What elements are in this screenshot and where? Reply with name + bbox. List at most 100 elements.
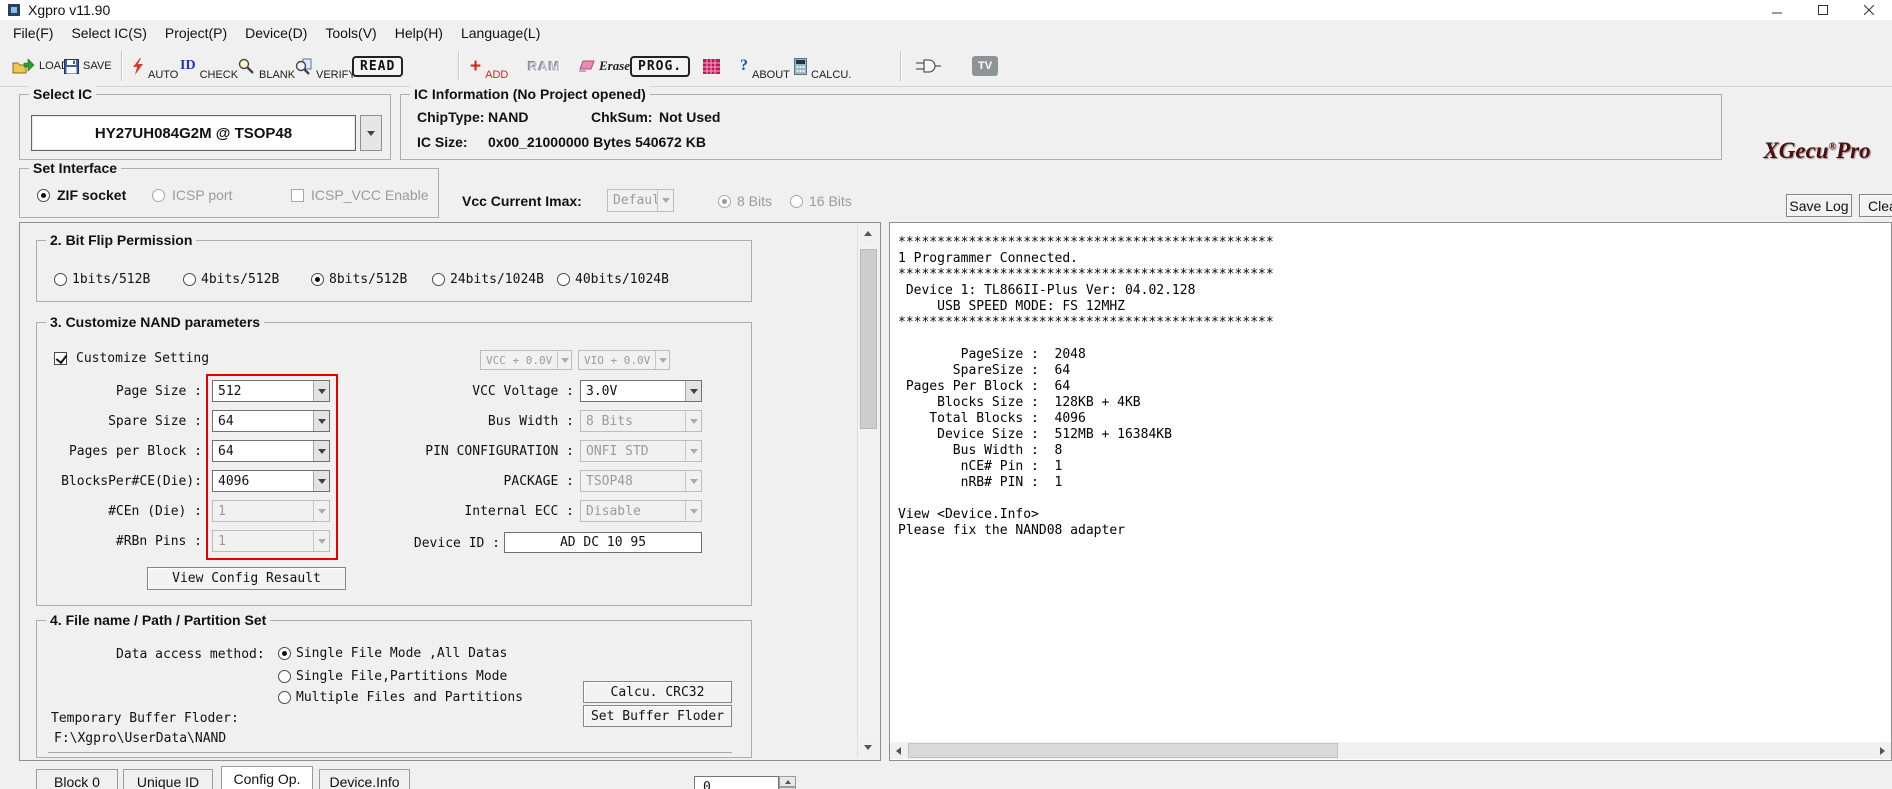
multiple-files-radio[interactable] <box>278 691 291 704</box>
window-controls <box>1754 0 1892 20</box>
buffer-path-field[interactable]: F:\Xgpro\UserData\NAND <box>54 731 226 746</box>
select-ic-group: Select IC HY27UH084G2M @ TSOP48 <box>19 86 391 160</box>
calcu-crc32-button[interactable]: Calcu. CRC32 <box>583 681 732 703</box>
plus-icon: + <box>470 55 482 77</box>
tab-device-info[interactable]: Device.Info <box>319 769 410 789</box>
internal-ecc-value: Disable <box>586 503 641 519</box>
menu-item-select-ic[interactable]: Select IC(S) <box>62 22 155 44</box>
chiptype-label: ChipType: <box>417 109 485 125</box>
toolbar-button-calcu[interactable]: CALCU. <box>794 46 851 86</box>
bits-16-label: 16 Bits <box>809 193 852 209</box>
device-id-label: Device ID : <box>413 536 500 551</box>
menu-item-project[interactable]: Project(P) <box>156 22 236 44</box>
single-file-all-radio[interactable] <box>278 647 291 660</box>
bitflip-40bits-radio[interactable] <box>557 273 570 286</box>
bitflip-4bits-radio[interactable] <box>183 273 196 286</box>
toolbar-label: Erase <box>599 58 631 73</box>
chevron-down-icon <box>557 351 571 369</box>
tab-config-op[interactable]: Config Op. <box>221 766 313 789</box>
maximize-icon <box>1818 5 1828 15</box>
chevron-down-icon[interactable] <box>685 381 701 401</box>
toolbar-button-auto[interactable]: AUTO <box>132 46 178 86</box>
view-config-button[interactable]: View Config Resault <box>147 567 346 590</box>
toolbar-button-add[interactable]: + ADD <box>470 46 508 86</box>
toolbar-button-verify[interactable]: VERIFY <box>295 46 356 86</box>
toolbar-button-blank[interactable]: BLANK <box>238 46 295 86</box>
menu-item-tools[interactable]: Tools(V) <box>316 22 385 44</box>
vio-offset-value: VIO + 0.0V <box>584 353 651 367</box>
scroll-thumb[interactable] <box>860 249 877 429</box>
triangle-up-icon <box>784 779 791 784</box>
cen-die-select: 1 <box>212 500 330 522</box>
customize-setting-checkbox[interactable] <box>54 352 67 365</box>
read-button-box: READ <box>352 55 404 77</box>
xgecu-pro-logo: XGecu®Pro <box>1742 138 1892 164</box>
zif-socket-label: ZIF socket <box>57 187 127 203</box>
page-size-select[interactable]: 512 <box>212 380 330 402</box>
toolbar-button-load[interactable]: LOAD <box>12 46 69 86</box>
customize-setting-label: Customize Setting <box>76 351 210 366</box>
maximize-button[interactable] <box>1800 0 1846 20</box>
toolbar-button-tv[interactable]: TV <box>972 46 998 86</box>
icsp-vcc-label: ICSP_VCC Enable <box>311 187 429 203</box>
minimize-button[interactable] <box>1754 0 1800 20</box>
select-ic-title: Select IC <box>29 86 97 102</box>
bits-8-radio <box>718 195 731 208</box>
chksum-label: ChkSum: <box>591 109 653 125</box>
blocks-per-ce-select[interactable]: 4096 <box>212 470 330 492</box>
bitflip-8bits-radio[interactable] <box>311 273 324 286</box>
zif-socket-radio[interactable] <box>37 189 50 202</box>
set-interface-group: Set Interface ZIF socket ICSP port ICSP_… <box>19 160 439 218</box>
toolbar-button-about[interactable]: ? ABOUT <box>740 46 790 86</box>
menu-item-file[interactable]: File(F) <box>4 22 62 44</box>
toolbar-button-prog[interactable]: PROG. <box>630 46 691 86</box>
toolbar-button-ram[interactable]: RAM <box>528 46 561 86</box>
scroll-down-button[interactable] <box>858 737 878 757</box>
vertical-scrollbar[interactable] <box>857 223 878 758</box>
scroll-left-button[interactable] <box>890 742 907 759</box>
toolbar-separator <box>900 51 901 81</box>
id-icon: ID <box>180 58 196 73</box>
chevron-down-icon <box>685 411 701 431</box>
pages-per-block-select[interactable]: 64 <box>212 440 330 462</box>
tab-unique-id[interactable]: Unique ID <box>123 769 213 789</box>
clear-log-button[interactable]: Clear <box>1859 194 1892 217</box>
spin-input[interactable]: 0 <box>694 776 779 789</box>
set-buffer-folder-button[interactable]: Set Buffer Floder <box>583 705 732 727</box>
ic-dropdown-button[interactable] <box>360 115 382 151</box>
scroll-right-button[interactable] <box>1874 742 1891 759</box>
buffer-path-underline <box>48 752 732 753</box>
app-icon <box>8 4 20 16</box>
bitflip-1bits-radio[interactable] <box>54 273 67 286</box>
rbn-pins-value: 1 <box>218 533 226 549</box>
menu-item-device[interactable]: Device(D) <box>236 22 316 44</box>
page-size-value: 512 <box>218 383 242 399</box>
toolbar-button-logic-test[interactable] <box>914 46 942 86</box>
vcc-voltage-select[interactable]: 3.0V <box>580 380 702 402</box>
toolbar-label: BLANK <box>259 69 296 81</box>
selected-ic-display[interactable]: HY27UH084G2M @ TSOP48 <box>31 115 356 151</box>
toolbar-button-erase[interactable]: Erase <box>578 46 630 86</box>
spare-size-select[interactable]: 64 <box>212 410 330 432</box>
menu-item-language[interactable]: Language(L) <box>452 22 549 44</box>
toolbar-button-save[interactable]: SAVE <box>64 46 112 86</box>
h-scroll-thumb[interactable] <box>908 743 1338 758</box>
spinner-up-button[interactable] <box>779 776 796 787</box>
menu-item-help[interactable]: Help(H) <box>386 22 452 44</box>
tab-block0[interactable]: Block 0 <box>36 769 118 789</box>
single-file-partitions-radio[interactable] <box>278 670 291 683</box>
window-title: Xgpro v11.90 <box>28 2 111 18</box>
bus-width-select: 8 Bits <box>580 410 702 432</box>
bitflip-24bits-radio[interactable] <box>432 273 445 286</box>
save-log-button[interactable]: Save Log <box>1786 194 1852 217</box>
toolbar-button-read[interactable]: READ <box>352 46 404 86</box>
horizontal-scrollbar[interactable] <box>890 742 1891 759</box>
pin-configuration-value: ONFI STD <box>586 443 649 459</box>
toolbar-button-chip[interactable] <box>702 46 721 86</box>
close-button[interactable] <box>1846 0 1892 20</box>
icsize-label: IC Size: <box>417 134 468 150</box>
toolbar-button-check[interactable]: ID CHECK <box>180 46 238 86</box>
scroll-up-button[interactable] <box>858 223 878 243</box>
bus-width-value: 8 Bits <box>586 413 633 429</box>
device-id-field[interactable]: AD DC 10 95 <box>504 532 702 553</box>
